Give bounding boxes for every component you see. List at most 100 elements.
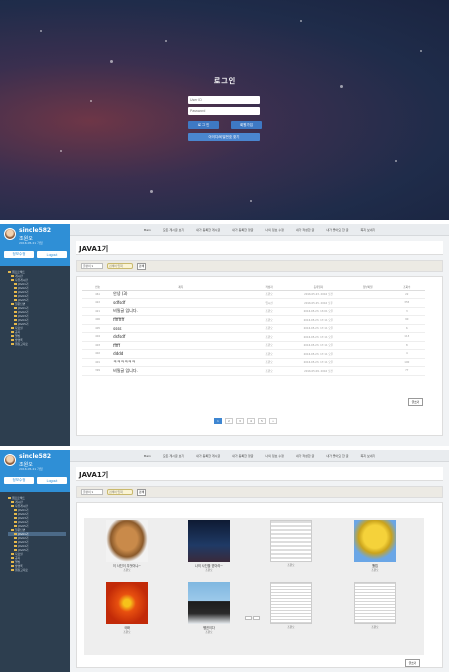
folder-icon [11, 326, 14, 330]
nav-my-info[interactable]: 나의 정보 수정 [265, 454, 283, 458]
cell-no: 401 [82, 358, 114, 367]
logout-button[interactable]: Logout [37, 477, 67, 484]
document-photo[interactable] [270, 520, 312, 562]
page-link[interactable]: 4 [247, 418, 255, 424]
tree-label: 웹참고자료 [15, 342, 28, 346]
cell-title[interactable]: sdfsdf [113, 298, 249, 308]
cell-hits: 3 [388, 307, 425, 316]
nav-all-posts[interactable]: 모든 게시글 보기 [163, 228, 184, 232]
gallery-item[interactable]: 나의 사진을 받아라~ 조원오 [188, 520, 230, 572]
cell-title[interactable]: 비밀글 입니다. [113, 366, 249, 376]
dog-photo[interactable] [106, 520, 148, 562]
search-type-select[interactable]: 글쓴이 ▾ [81, 263, 103, 269]
cell-date: 2016.05.23. 17:11 오후 [289, 324, 347, 333]
page-link[interactable]: 5 [258, 418, 266, 424]
table-row[interactable]: 422 sdfsdf 임시선 2016.05.25. 2016 오후 355 [82, 298, 425, 308]
cell-title[interactable]: ffffffff [113, 315, 249, 325]
nav-all-posts[interactable]: 모든 게시글 보기 [163, 454, 184, 458]
table-row[interactable]: 403 fffff 조원오 2016.05.23. 17:11 오후 8 [82, 341, 425, 350]
nav-main[interactable]: Main [144, 228, 151, 232]
cell-title[interactable]: ㅋㅋㅋㅋㅋㅋ [113, 358, 249, 367]
cell-hits: 113 [388, 332, 425, 342]
page-link[interactable]: 3 [236, 418, 244, 424]
table-row[interactable]: 461 안녕 (3) 조원오 2016.05.23. 2016 오전 22 [82, 290, 425, 299]
nav-message[interactable]: 쪽지 보내기 [361, 228, 376, 232]
user-id-input[interactable] [188, 96, 260, 104]
cell-title[interactable]: 안녕 (3) [113, 290, 249, 299]
gallery-item[interactable]: 조원오 [354, 582, 396, 629]
star-dot [40, 30, 42, 32]
search-input[interactable] [107, 263, 133, 269]
page-link[interactable]: 2 [225, 418, 233, 424]
table-row[interactable]: 421 비밀글 입니다. 조원오 2016.05.23. 13:01 오후 3 [82, 307, 425, 316]
password-input[interactable] [188, 107, 260, 115]
table-row[interactable]: 406 ffffffff 조원오 2016.05.23. 17:11 오후 90 [82, 315, 425, 325]
gallery-item[interactable]: 이 사진이 무엇이냐~ 조원오 [106, 520, 148, 572]
search-button[interactable]: 검색 [137, 488, 146, 496]
cell-title[interactable]: ssss [113, 324, 249, 333]
cell-title[interactable]: 비밀글 입니다. [113, 307, 249, 316]
page-dot[interactable] [245, 616, 252, 620]
logout-button[interactable]: Logout [37, 251, 67, 258]
folder-icon [11, 560, 14, 564]
nav-liked[interactable]: 내가 좋아요 한 글 [326, 454, 348, 458]
folder-icon [11, 500, 14, 504]
nav-liked[interactable]: 내가 좋아요 한 글 [326, 228, 348, 232]
nav-my-posts[interactable]: 내가 등록한 게시글 [196, 454, 220, 458]
chrysanthemum-photo[interactable] [106, 582, 148, 624]
gallery-item[interactable]: 조원오 [270, 520, 312, 567]
nav-written[interactable]: 내가 작성한 글 [296, 454, 314, 458]
nav-main[interactable]: Main [144, 454, 151, 458]
nav-my-comments[interactable]: 내가 등록한 댓글 [232, 454, 253, 458]
star-dot [300, 20, 302, 22]
cell-title[interactable]: dddd [113, 349, 249, 359]
login-button[interactable]: 로 그 인 [188, 121, 219, 129]
login-form: 로그인 로 그 인 회원가입 아이디/비밀번호 찾기 [188, 76, 262, 141]
search-input[interactable] [107, 489, 133, 495]
gallery-item[interactable]: 조원오 [270, 582, 312, 629]
table-row[interactable]: 405 ssss 조원오 2016.05.23. 17:11 오후 6 [82, 324, 425, 333]
gallery-item[interactable]: 국화 조원오 [106, 582, 148, 634]
register-button[interactable]: 회원가입 [231, 121, 262, 129]
nav-message[interactable]: 쪽지 보내기 [361, 454, 376, 458]
penguin-photo[interactable] [188, 582, 230, 624]
gallery-item[interactable]: 튤립 조원오 [354, 520, 396, 572]
gallery-grid: 이 사진이 무엇이냐~ 조원오 나의 사진을 받아라~ 조원오 조원오 튤립 조… [84, 518, 424, 655]
cell-title[interactable]: fffff [113, 341, 249, 350]
nav-my-comments[interactable]: 내가 등록한 댓글 [232, 228, 253, 232]
document-photo[interactable] [354, 582, 396, 624]
page-dot[interactable] [253, 616, 260, 620]
cell-file [347, 341, 389, 350]
cell-date: 2016.05.23. 17:11 오후 [289, 349, 347, 359]
table-row[interactable]: 404 dsfsdf 조원오 2016.05.23. 17:11 오후 113 [82, 332, 425, 342]
nav-my-posts[interactable]: 내가 등록한 게시글 [196, 228, 220, 232]
nav-my-info[interactable]: 나의 정보 수정 [265, 228, 283, 232]
write-button[interactable]: 글쓰기 [408, 398, 423, 406]
gallery-item[interactable]: 펭귄이다 조원오 [188, 582, 230, 634]
find-account-button[interactable]: 아이디/비밀번호 찾기 [188, 133, 260, 141]
folder-icon [11, 302, 14, 306]
cell-title[interactable]: dsfsdf [113, 332, 249, 342]
avatar [4, 228, 16, 240]
tree-item[interactable]: 웹참고자료 [8, 568, 66, 572]
page-next[interactable]: » [269, 418, 277, 424]
folder-icon [11, 274, 14, 278]
profile-edit-button[interactable]: 정보수정 [4, 251, 34, 258]
tulip-photo[interactable] [354, 520, 396, 562]
write-button[interactable]: 글쓰기 [405, 659, 420, 667]
table-row[interactable]: 401 ㅋㅋㅋㅋㅋㅋ 조원오 2016.05.23. 17:11 오후 100 [82, 358, 425, 367]
table-row[interactable]: 399 비밀글 입니다. 조원오 2016.05.09. 2016 오전 77 [82, 366, 425, 376]
table-row[interactable]: 402 dddd 조원오 2016.05.23. 17:11 오후 4 [82, 349, 425, 359]
page-link[interactable]: 1 [214, 418, 222, 424]
cell-hits: 8 [388, 341, 425, 350]
tree-item[interactable]: 웹참고자료 [8, 342, 66, 346]
cell-author: 조원오 [248, 307, 290, 316]
search-button[interactable]: 검색 [137, 262, 146, 270]
search-type-select[interactable]: 글쓴이 ▾ [81, 489, 103, 495]
folder-icon [11, 278, 14, 282]
night-sky-photo[interactable] [188, 520, 230, 562]
file-icon [14, 286, 17, 290]
nav-written[interactable]: 내가 작성한 글 [296, 228, 314, 232]
document-photo[interactable] [270, 582, 312, 624]
profile-edit-button[interactable]: 정보수정 [4, 477, 34, 484]
